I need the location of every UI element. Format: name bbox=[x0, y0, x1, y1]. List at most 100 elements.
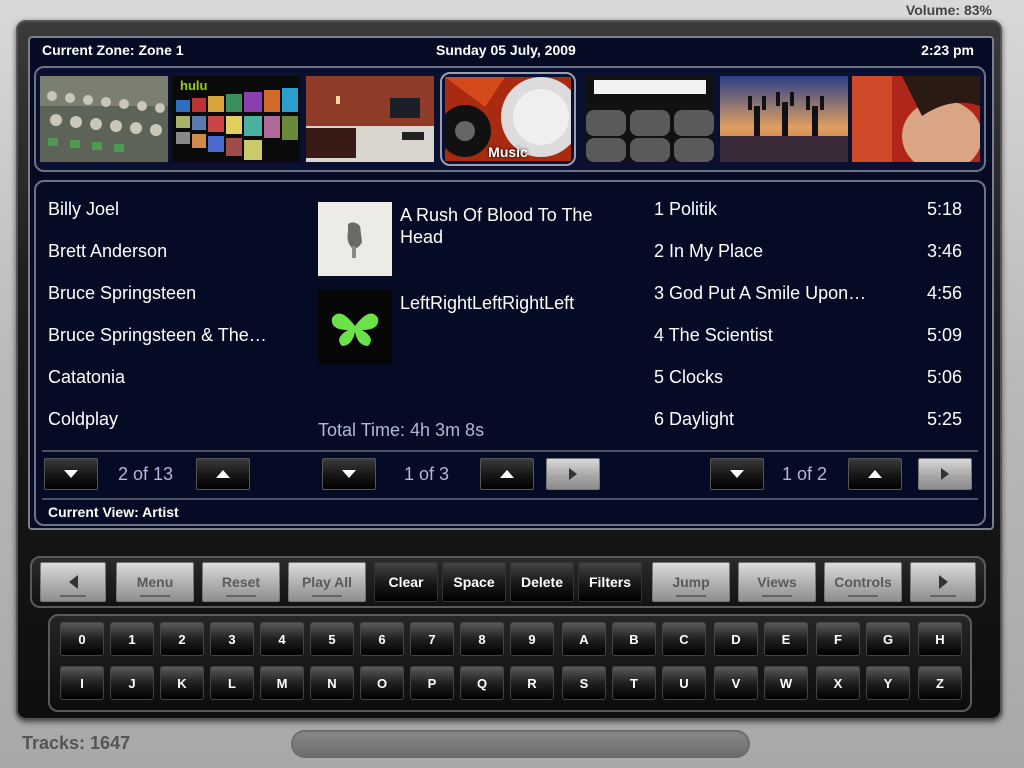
track-item[interactable]: 6 Daylight 5:25 bbox=[654, 408, 974, 450]
track-name: 1 Politik bbox=[654, 199, 718, 219]
key[interactable]: 0 bbox=[60, 622, 104, 656]
album-play-button[interactable] bbox=[546, 458, 600, 490]
album-item[interactable]: LeftRightLeftRightLeft bbox=[318, 290, 618, 378]
track-item[interactable]: 2 In My Place 3:46 bbox=[654, 240, 974, 282]
artist-item[interactable]: Bruce Springsteen & The… bbox=[48, 324, 288, 366]
mixing-console-thumbnail[interactable] bbox=[40, 76, 168, 162]
artist-item[interactable]: Bruce Springsteen bbox=[48, 282, 288, 324]
album-title: LeftRightLeftRightLeft bbox=[400, 293, 575, 313]
music-label: Music bbox=[488, 144, 528, 160]
key[interactable]: C bbox=[662, 622, 706, 656]
track-page-down-button[interactable] bbox=[710, 458, 764, 490]
horizontal-scrollbar[interactable] bbox=[291, 730, 750, 758]
key[interactable]: D bbox=[714, 622, 758, 656]
key[interactable]: O bbox=[360, 666, 404, 700]
key[interactable]: 1 bbox=[110, 622, 154, 656]
clear-button[interactable]: Clear bbox=[374, 562, 438, 602]
key[interactable]: G bbox=[866, 622, 910, 656]
artist-page-up-button[interactable] bbox=[196, 458, 250, 490]
track-name: 4 The Scientist bbox=[654, 325, 773, 345]
track-item[interactable]: 3 God Put A Smile Upon… 4:56 bbox=[654, 282, 974, 324]
key[interactable]: R bbox=[510, 666, 554, 700]
jump-button[interactable]: Jump bbox=[652, 562, 730, 602]
toolbar-left-button[interactable] bbox=[40, 562, 106, 602]
artist-item[interactable]: Brett Anderson bbox=[48, 240, 288, 282]
space-button[interactable]: Space bbox=[442, 562, 506, 602]
play-all-button[interactable]: Play All bbox=[288, 562, 366, 602]
reset-button[interactable]: Reset bbox=[202, 562, 280, 602]
key[interactable]: V bbox=[714, 666, 758, 700]
key[interactable]: 6 bbox=[360, 622, 404, 656]
chevron-down-icon bbox=[342, 470, 356, 478]
key[interactable]: 8 bbox=[460, 622, 504, 656]
chevron-up-icon bbox=[216, 470, 230, 478]
chevron-up-icon bbox=[500, 470, 514, 478]
key[interactable]: 5 bbox=[310, 622, 354, 656]
key[interactable]: F bbox=[816, 622, 860, 656]
key[interactable]: M bbox=[260, 666, 304, 700]
command-toolbar: Menu Reset Play All Clear Space Delete F… bbox=[30, 556, 986, 608]
key[interactable]: W bbox=[764, 666, 808, 700]
album-cover-art bbox=[318, 202, 392, 276]
key[interactable]: H bbox=[918, 622, 962, 656]
track-duration: 5:06 bbox=[926, 367, 962, 387]
delete-button[interactable]: Delete bbox=[510, 562, 574, 602]
chevron-down-icon bbox=[64, 470, 78, 478]
key[interactable]: X bbox=[816, 666, 860, 700]
views-button[interactable]: Views bbox=[738, 562, 816, 602]
album-item[interactable]: A Rush Of Blood To The Head bbox=[318, 202, 618, 290]
menu-button[interactable]: Menu bbox=[116, 562, 194, 602]
home-theater-room-thumbnail[interactable] bbox=[306, 76, 434, 162]
key[interactable]: Z bbox=[918, 666, 962, 700]
album-page-up-button[interactable] bbox=[480, 458, 534, 490]
key[interactable]: L bbox=[210, 666, 254, 700]
key[interactable]: N bbox=[310, 666, 354, 700]
track-item[interactable]: 5 Clocks 5:06 bbox=[654, 366, 974, 408]
hulu-thumbnail[interactable]: hulu bbox=[172, 76, 300, 162]
artist-item[interactable]: Catatonia bbox=[48, 366, 288, 408]
key[interactable]: T bbox=[612, 666, 656, 700]
track-page-up-button[interactable] bbox=[848, 458, 902, 490]
browse-panel: Billy Joel Brett Anderson Bruce Springst… bbox=[34, 180, 986, 526]
key[interactable]: 2 bbox=[160, 622, 204, 656]
track-item[interactable]: 1 Politik 5:18 bbox=[654, 198, 974, 240]
key[interactable]: K bbox=[160, 666, 204, 700]
key[interactable]: A bbox=[562, 622, 606, 656]
track-page-indicator: 1 of 2 bbox=[782, 464, 828, 484]
artist-item[interactable]: Coldplay bbox=[48, 408, 288, 450]
info-bar: Current Zone: Zone 1 Sunday 05 July, 200… bbox=[30, 42, 992, 62]
chevron-right-icon bbox=[938, 575, 948, 589]
artist-page-down-button[interactable] bbox=[44, 458, 98, 490]
portrait-thumbnail[interactable] bbox=[852, 76, 980, 162]
key[interactable]: B bbox=[612, 622, 656, 656]
track-name: 5 Clocks bbox=[654, 367, 724, 387]
key[interactable]: 9 bbox=[510, 622, 554, 656]
key[interactable]: E bbox=[764, 622, 808, 656]
track-play-button[interactable] bbox=[918, 458, 972, 490]
key[interactable]: 4 bbox=[260, 622, 304, 656]
view-divider bbox=[42, 498, 978, 500]
beach-sunset-thumbnail[interactable] bbox=[720, 76, 848, 162]
artist-item[interactable]: Billy Joel bbox=[48, 198, 288, 240]
chevron-up-icon bbox=[868, 470, 882, 478]
key[interactable]: I bbox=[60, 666, 104, 700]
chevron-left-icon bbox=[68, 575, 78, 589]
key[interactable]: Q bbox=[460, 666, 504, 700]
key[interactable]: J bbox=[110, 666, 154, 700]
key[interactable]: 7 bbox=[410, 622, 454, 656]
play-icon bbox=[941, 468, 949, 480]
album-page-down-button[interactable] bbox=[322, 458, 376, 490]
source-thumbnail-strip: hulu Music bbox=[34, 66, 986, 172]
key[interactable]: U bbox=[662, 666, 706, 700]
toolbar-right-button[interactable] bbox=[910, 562, 976, 602]
key[interactable]: S bbox=[562, 666, 606, 700]
music-thumbnail[interactable]: Music bbox=[440, 72, 576, 166]
key[interactable]: 3 bbox=[210, 622, 254, 656]
track-duration: 3:46 bbox=[926, 241, 962, 261]
track-item[interactable]: 4 The Scientist 5:09 bbox=[654, 324, 974, 366]
key[interactable]: P bbox=[410, 666, 454, 700]
key[interactable]: Y bbox=[866, 666, 910, 700]
controls-button[interactable]: Controls bbox=[824, 562, 902, 602]
cinema-seats-thumbnail[interactable] bbox=[586, 76, 714, 162]
filters-button[interactable]: Filters bbox=[578, 562, 642, 602]
